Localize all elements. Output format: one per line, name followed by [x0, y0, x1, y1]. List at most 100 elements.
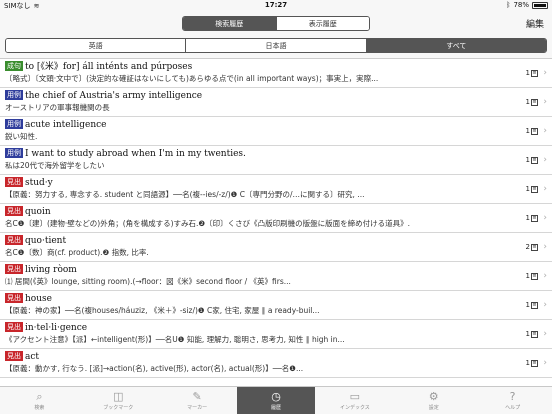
list-icon: ≡ — [531, 359, 538, 367]
list-item[interactable]: 見出 living ròom ⑴ 居間(《英》lounge, sitting roo… — [0, 262, 552, 291]
language-filter: 英語 日本語 すべて — [5, 38, 547, 53]
clock-icon: ◷ — [271, 390, 281, 403]
filter-english[interactable]: 英語 — [6, 39, 186, 52]
history-count: 1 ≡ — [526, 127, 538, 135]
chevron-right-icon: › — [543, 126, 547, 136]
entry-description: 〔略式〕〔文頭‧文中で〕(決定的な確証はないにしても)あらゆる点で(in all… — [5, 74, 379, 83]
tab-view-history[interactable]: 表示履歴 — [275, 17, 369, 30]
entry-description: 《アクセント注意》【派】←intelligent(形)】──名U❶ 知能, 理解… — [5, 335, 345, 344]
list-icon: ≡ — [531, 330, 538, 338]
entry-headword: 見出 house — [5, 293, 512, 305]
entry-title: to [《米》for] áll inténts and púrposes — [25, 62, 193, 72]
count-value: 2 — [525, 243, 530, 251]
entry-title: act — [25, 352, 40, 362]
chevron-right-icon: › — [543, 184, 547, 194]
tab-label: 履歴 — [271, 405, 282, 411]
entry-headword: 用例 I want to study abroad when I'm in my … — [5, 148, 512, 160]
tab-search-history[interactable]: 検索履歴 — [183, 17, 276, 30]
entry-headword: 見出 act — [5, 351, 512, 363]
bluetooth-icon: ᛒ — [506, 1, 511, 9]
entry-type-badge: 見出 — [5, 293, 23, 303]
history-count: 1 ≡ — [526, 272, 538, 280]
list-icon: ≡ — [531, 127, 538, 135]
tab-label: マーカー — [187, 405, 208, 411]
list-item[interactable]: 見出 stud·y 【原義：努力する, 専念する. student と同語源】──名… — [0, 175, 552, 204]
tab-index[interactable]: ▭ インデックス — [315, 387, 394, 414]
entry-description: 【原義：神の家】──名(複houses/háuziz, 《米＋》-siz/)❶ … — [5, 306, 320, 315]
entry-headword: 見出 quoin — [5, 206, 512, 218]
entry-headword: 成句 to [《米》for] áll inténts and púrposes — [5, 61, 512, 73]
clock: 17:27 — [264, 1, 288, 9]
list-item[interactable]: 見出 quo·tient 名C❶〔数〕商(cf. product).❷ 指数, 比率… — [0, 233, 552, 262]
list-icon: ≡ — [531, 301, 538, 309]
history-count: 1 ≡ — [526, 330, 538, 338]
tab-search[interactable]: ⌕ 検索 — [0, 387, 79, 414]
count-value: 1 — [525, 272, 530, 280]
chevron-right-icon: › — [543, 329, 547, 339]
battery-percent: 78% — [513, 1, 529, 9]
list-item[interactable]: 見出 quoin 名C❶〔建〕(建物‧壁などの)外角；(角を構成する)すみ石.❷〔印… — [0, 204, 552, 233]
list-item[interactable]: 見出 act 【原義：動かす, 行なう. [派]→action(名), active… — [0, 349, 552, 378]
count-value: 1 — [525, 301, 530, 309]
list-icon: ≡ — [531, 214, 538, 222]
history-count: 1 ≡ — [526, 69, 538, 77]
entry-title: quoin — [25, 207, 51, 217]
entry-type-badge: 用例 — [5, 148, 23, 158]
entry-type-badge: 見出 — [5, 351, 23, 361]
count-value: 1 — [525, 156, 530, 164]
entry-title: house — [25, 294, 52, 304]
chevron-right-icon: › — [543, 97, 547, 107]
entry-description: ⑴ 居間(《英》lounge, sitting room).(→floor：図《… — [5, 277, 291, 286]
entry-title: stud·y — [25, 178, 53, 188]
list-icon: ≡ — [531, 243, 538, 251]
entry-headword: 見出 in·tel·li·gence — [5, 322, 512, 334]
entry-description: 鋭い知性. — [5, 132, 38, 141]
help-icon: ? — [509, 390, 516, 403]
navigation-bar: 検索履歴 表示履歴 編集 — [0, 12, 552, 34]
search-icon: ⌕ — [36, 390, 43, 403]
edit-button[interactable]: 編集 — [526, 17, 544, 30]
history-count: 1 ≡ — [526, 359, 538, 367]
list-item[interactable]: 見出 house 【原義：神の家】──名(複houses/háuziz, 《米＋》-… — [0, 291, 552, 320]
pen-icon: ✎ — [192, 390, 202, 403]
filter-japanese[interactable]: 日本語 — [185, 39, 366, 52]
list-item[interactable]: 用例 the chief of Austria's army intelligen… — [0, 88, 552, 117]
entry-type-badge: 見出 — [5, 206, 23, 216]
count-value: 1 — [525, 330, 530, 338]
history-count: 1 ≡ — [526, 156, 538, 164]
list-icon: ≡ — [531, 98, 538, 106]
history-count: 1 ≡ — [526, 301, 538, 309]
history-count: 2 ≡ — [526, 243, 538, 251]
list-icon: ≡ — [531, 156, 538, 164]
tab-gear[interactable]: ⚙ 設定 — [394, 387, 473, 414]
tab-label: インデックス — [339, 405, 370, 411]
book-icon: ◫ — [113, 390, 124, 403]
tab-pen[interactable]: ✎ マーカー — [158, 387, 237, 414]
tab-book[interactable]: ◫ ブックマーク — [79, 387, 158, 414]
entry-description: 【原義：努力する, 専念する. student と同語源】──名(複--ies/… — [5, 190, 365, 199]
count-value: 1 — [525, 185, 530, 193]
entry-description: オーストリアの軍事報機関の長 — [5, 103, 110, 112]
count-value: 1 — [525, 359, 530, 367]
list-item[interactable]: 用例 I want to study abroad when I'm in my … — [0, 146, 552, 175]
list-item[interactable]: 見出 in·tel·li·gence 《アクセント注意》【派】←intelligen… — [0, 320, 552, 349]
count-value: 1 — [525, 127, 530, 135]
status-bar: SIMなし ≋ 17:27 ᛒ 78% — [0, 0, 552, 12]
filter-all[interactable]: すべて — [365, 39, 546, 52]
entry-title: I want to study abroad when I'm in my tw… — [25, 149, 246, 159]
count-value: 1 — [525, 98, 530, 106]
entry-type-badge: 用例 — [5, 119, 23, 129]
list-item[interactable]: 用例 acute intelligence 鋭い知性. 1 ≡ › — [0, 117, 552, 146]
status-right: ᛒ 78% — [506, 1, 548, 9]
entry-type-badge: 見出 — [5, 235, 23, 245]
tab-label: 設定 — [428, 405, 439, 411]
tab-bar: ⌕ 検索 ◫ ブックマーク ✎ マーカー ◷ 履歴 ▭ インデックス ⚙ 設定 ? ヘルプ — [0, 386, 552, 414]
tab-clock[interactable]: ◷ 履歴 — [236, 387, 316, 414]
tab-help[interactable]: ? ヘルプ — [473, 387, 552, 414]
entry-title: acute intelligence — [25, 120, 107, 130]
gear-icon: ⚙ — [428, 390, 439, 403]
entry-description: 名C❶〔建〕(建物‧壁などの)外角；(角を構成する)すみ石.❷〔印〕くさび《凸版… — [5, 219, 411, 228]
list-icon: ≡ — [531, 69, 538, 77]
list-item[interactable]: 成句 to [《米》for] áll inténts and púrposes 〔略… — [0, 59, 552, 88]
history-count: 1 ≡ — [526, 185, 538, 193]
